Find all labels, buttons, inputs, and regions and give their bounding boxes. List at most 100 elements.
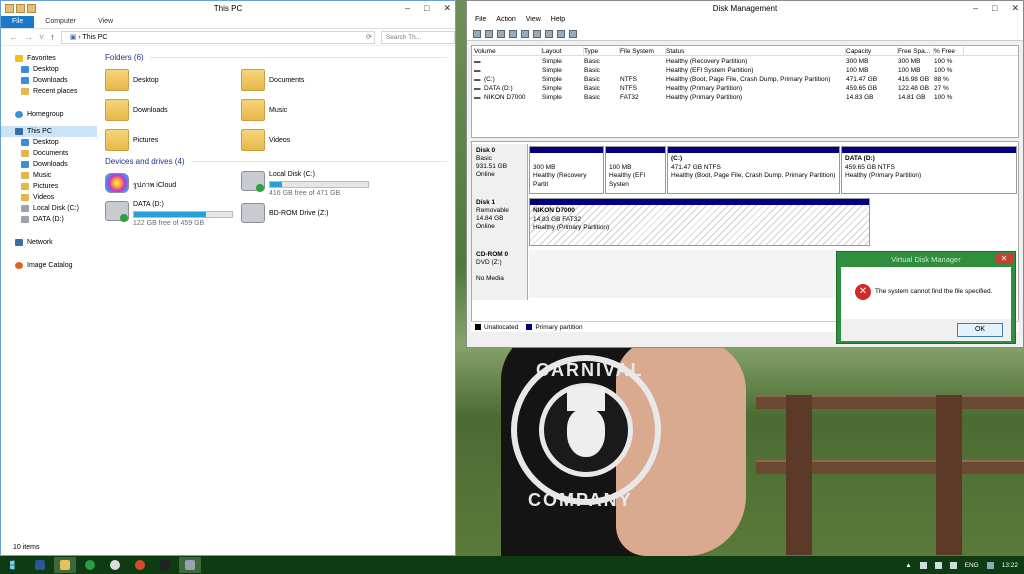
col-volume[interactable]: Volume: [474, 47, 542, 56]
maximize-icon[interactable]: □: [992, 3, 997, 14]
folder-pictures[interactable]: Pictures: [105, 129, 158, 151]
search-input[interactable]: Search Th...: [380, 30, 455, 44]
show-hidden-icons-icon[interactable]: ▲: [905, 562, 911, 569]
tab-file[interactable]: File: [1, 16, 35, 28]
windows-logo-icon: [10, 560, 15, 570]
tab-computer[interactable]: Computer: [34, 16, 87, 28]
list-view-icon[interactable]: [533, 29, 541, 38]
nav-fav-recent[interactable]: Recent places: [1, 86, 97, 97]
disk1-label[interactable]: Disk 1 Removable 14.84 GB Online: [472, 196, 528, 248]
taskbar-app-dark[interactable]: [154, 557, 176, 573]
nav-pc-downloads[interactable]: Downloads: [1, 159, 97, 170]
nav-image-catalog[interactable]: Image Catalog: [1, 260, 97, 271]
connect-icon[interactable]: [545, 29, 553, 38]
taskbar-browser[interactable]: [129, 557, 151, 573]
check-icon[interactable]: [557, 29, 565, 38]
col-free-space[interactable]: Free Spa...: [898, 47, 934, 56]
taskbar-word[interactable]: [29, 557, 51, 573]
nav-fav-downloads[interactable]: Downloads: [1, 75, 97, 86]
volume-row[interactable]: ▬ Simple Basic Healthy (EFI System Partitio…: [472, 66, 1018, 75]
ok-button[interactable]: OK: [957, 323, 1003, 337]
nav-pc-music[interactable]: Music: [1, 170, 97, 181]
drive-data-d[interactable]: DATA (D:) 122 GB free of 459 GB: [105, 201, 245, 229]
flag-icon[interactable]: [919, 561, 927, 569]
settings-icon[interactable]: [569, 29, 577, 38]
drive-bdrom-z[interactable]: BD-ROM Drive (Z:): [241, 203, 381, 227]
volume-row[interactable]: ▬ NIKON D7000 Simple Basic FAT32 Healthy (Pri…: [472, 93, 1018, 102]
properties-icon[interactable]: [509, 29, 517, 38]
disk-management-titlebar[interactable]: Disk Management – □ ✕: [467, 1, 1023, 16]
col-file-system[interactable]: File System: [620, 47, 666, 56]
close-icon[interactable]: ✕: [1011, 3, 1019, 14]
nav-pc-local-disk[interactable]: Local Disk (C:): [1, 203, 97, 214]
drive-icloud-photos[interactable]: รูปภาพ iCloud: [105, 173, 235, 197]
taskbar-explorer[interactable]: [54, 557, 76, 573]
nav-pc-videos[interactable]: Videos: [1, 192, 97, 203]
forward-icon[interactable]: →: [24, 32, 33, 42]
help-icon[interactable]: [521, 29, 529, 38]
folder-music[interactable]: Music: [241, 99, 287, 121]
volume-row[interactable]: ▬ DATA (D:) Simple Basic NTFS Healthy (Primar…: [472, 84, 1018, 93]
cdrom-label[interactable]: CD-ROM 0 DVD (Z:) No Media: [472, 248, 528, 300]
start-button[interactable]: [4, 557, 26, 573]
col-capacity[interactable]: Capacity: [846, 47, 898, 56]
keyboard-icon[interactable]: [986, 561, 994, 569]
nav-pc-documents[interactable]: Documents: [1, 148, 97, 159]
volume-row[interactable]: ▬ (C:) Simple Basic NTFS Healthy (Boot, Page …: [472, 75, 1018, 84]
col-status[interactable]: Status: [666, 47, 846, 56]
forward-icon[interactable]: [485, 29, 493, 38]
folders-heading: Folders (6): [105, 53, 144, 62]
folder-documents[interactable]: Documents: [241, 69, 304, 91]
menu-help[interactable]: Help: [551, 16, 565, 27]
clock[interactable]: 13:22: [1002, 562, 1018, 569]
menu-view[interactable]: View: [526, 16, 541, 27]
nav-homegroup[interactable]: Homegroup: [1, 109, 97, 120]
col-percent-free[interactable]: % Free: [934, 47, 964, 56]
nav-pc-pictures[interactable]: Pictures: [1, 181, 97, 192]
volume-row[interactable]: ▬ Simple Basic Healthy (Recovery Partition)…: [472, 57, 1018, 66]
network-icon[interactable]: [934, 561, 942, 569]
folder-videos[interactable]: Videos: [241, 129, 290, 151]
col-layout[interactable]: Layout: [542, 47, 584, 56]
partition-recovery[interactable]: 300 MB Healthy (Recovery Partit: [529, 146, 604, 194]
close-icon[interactable]: ✕: [995, 253, 1013, 264]
show-hide-tree-icon[interactable]: [497, 29, 505, 38]
refresh-icon[interactable]: ⟳: [366, 32, 372, 43]
nav-fav-desktop[interactable]: Desktop: [1, 64, 97, 75]
close-icon[interactable]: ✕: [443, 3, 451, 14]
back-icon[interactable]: [473, 29, 481, 38]
partition-c[interactable]: (C:) 471.47 GB NTFS Healthy (Boot, Page Fi…: [667, 146, 840, 194]
minimize-icon[interactable]: –: [973, 3, 978, 14]
explorer-titlebar[interactable]: This PC – □ ✕: [1, 1, 455, 16]
drive-local-c[interactable]: Local Disk (C:) 416 GB free of 471 GB: [241, 171, 381, 199]
maximize-icon[interactable]: □: [424, 3, 429, 14]
nav-pc-desktop[interactable]: Desktop: [1, 137, 97, 148]
partition-d[interactable]: DATA (D:) 459.65 GB NTFS Healthy (Primary …: [841, 146, 1017, 194]
disk0-label[interactable]: Disk 0 Basic 931.51 GB Online: [472, 144, 528, 196]
col-type[interactable]: Type: [584, 47, 620, 56]
dialog-titlebar[interactable]: Virtual Disk Manager ✕: [837, 252, 1015, 266]
folder-downloads[interactable]: Downloads: [105, 99, 168, 121]
partition-efi[interactable]: 100 MB Healthy (EFI Systen: [605, 146, 666, 194]
tab-view[interactable]: View: [87, 16, 124, 28]
partition-nikon[interactable]: NIKON D7000 14.83 GB FAT32 Healthy (Primar…: [529, 198, 870, 246]
address-bar[interactable]: ▣ › This PC ⟳: [60, 30, 375, 44]
nav-network[interactable]: Network: [1, 237, 97, 248]
nav-this-pc[interactable]: This PC: [1, 126, 97, 137]
devices-section-header[interactable]: Devices and drives (4): [105, 157, 455, 166]
folder-desktop[interactable]: Desktop: [105, 69, 159, 91]
taskbar-chrome[interactable]: [104, 557, 126, 573]
up-icon[interactable]: ↑: [50, 32, 55, 42]
nav-pc-data-drive[interactable]: DATA (D:): [1, 214, 97, 225]
folders-section-header[interactable]: Folders (6): [105, 53, 455, 62]
volume-icon[interactable]: [949, 561, 957, 569]
minimize-icon[interactable]: –: [405, 3, 410, 14]
recent-locations-icon[interactable]: ˅: [39, 32, 44, 42]
menu-action[interactable]: Action: [496, 16, 515, 27]
taskbar-disk-management[interactable]: [179, 557, 201, 573]
back-icon[interactable]: ←: [9, 32, 18, 42]
language-indicator[interactable]: ENG: [965, 562, 979, 569]
taskbar-app-circle[interactable]: [79, 557, 101, 573]
nav-favorites[interactable]: Favorites: [1, 53, 97, 64]
menu-file[interactable]: File: [475, 16, 486, 27]
